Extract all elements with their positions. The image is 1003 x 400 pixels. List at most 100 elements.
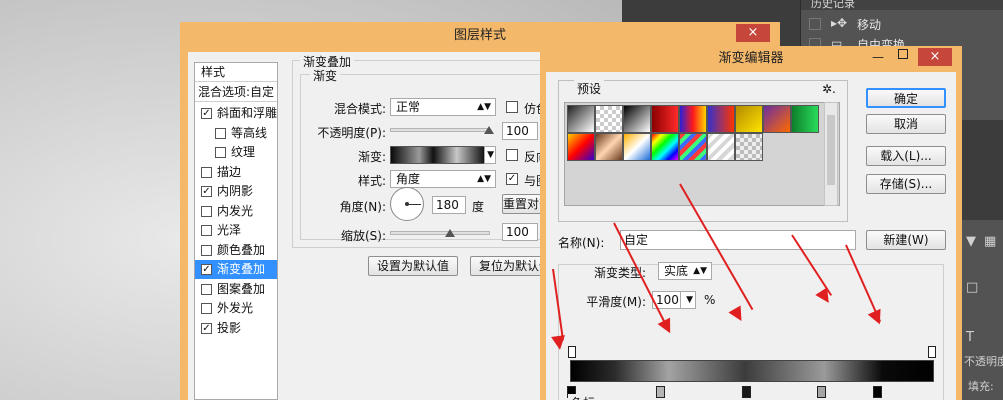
opacity-label: 不透明度(P): (317, 126, 386, 140)
gradient-ramp[interactable] (570, 360, 934, 382)
load-button[interactable]: 载入(L)... (866, 146, 946, 166)
style-item-pattern-overlay[interactable]: 图案叠加 (195, 280, 277, 299)
style-item-drop-shadow[interactable]: ✓ 投影 (195, 319, 277, 338)
text-icon[interactable]: T (966, 330, 974, 345)
style-list: 样式 混合选项:自定 ✓ 斜面和浮雕 等高线 纹理 描边 ✓ 内阴影 内发光 光… (194, 62, 278, 400)
style-item-texture[interactable]: 纹理 (195, 143, 277, 162)
style-item-satin[interactable]: 光泽 (195, 221, 277, 240)
preset-swatch[interactable] (763, 105, 791, 133)
color-stop[interactable] (873, 386, 882, 398)
close-icon[interactable]: × (918, 48, 952, 66)
style-checkbox[interactable] (201, 206, 212, 217)
color-stop[interactable] (656, 386, 665, 398)
move-icon: ▸✥ (831, 16, 848, 30)
style-checkbox[interactable] (201, 225, 212, 236)
preset-swatch[interactable] (735, 133, 763, 161)
arrow-head-icon (551, 335, 567, 351)
maximize-icon[interactable] (898, 49, 908, 59)
history-checkbox[interactable] (809, 18, 821, 30)
preset-swatch[interactable] (651, 133, 679, 161)
gradient-dropdown[interactable]: ▼ (484, 146, 496, 164)
history-item[interactable]: ▸✥ 移动 (801, 14, 1003, 34)
blend-options-item[interactable]: 混合选项:自定 (195, 83, 277, 102)
gradient-label: 渐变: (357, 150, 386, 164)
preset-swatch[interactable] (679, 105, 707, 133)
style-item-outer-glow[interactable]: 外发光 (195, 299, 277, 318)
preset-swatch[interactable] (623, 133, 651, 161)
opacity-slider-handle[interactable] (484, 126, 494, 134)
scale-input[interactable]: 100 (502, 223, 538, 241)
name-input[interactable]: 自定 (620, 230, 856, 250)
style-item-bevel[interactable]: ✓ 斜面和浮雕 (195, 104, 277, 123)
style-item-inner-shadow[interactable]: ✓ 内阴影 (195, 182, 277, 201)
scale-slider[interactable] (390, 231, 490, 235)
gradient-type-select[interactable]: 实底 ▲▼ (658, 262, 712, 280)
color-stops-label: 色标 (568, 394, 599, 400)
opacity-input[interactable]: 100 (502, 122, 538, 140)
style-item-color-overlay[interactable]: 颜色叠加 (195, 241, 277, 260)
style-item-stroke[interactable]: 描边 (195, 163, 277, 182)
style-checkbox[interactable] (201, 303, 212, 314)
scale-slider-handle[interactable] (445, 229, 455, 237)
cancel-button[interactable]: 取消 (866, 114, 946, 134)
presets-label: 预设 (574, 80, 605, 97)
preset-swatch[interactable] (679, 133, 707, 161)
layers-panel-strip: ▼ ▦ □ T 不透明度: 填充: (962, 220, 1003, 400)
style-item-inner-glow[interactable]: 内发光 (195, 202, 277, 221)
gradient-group-title: 渐变 (310, 67, 341, 84)
opacity-slider[interactable] (390, 128, 490, 132)
preset-swatch[interactable] (595, 105, 623, 133)
close-icon[interactable]: × (736, 24, 770, 42)
style-checkbox[interactable]: ✓ (201, 264, 212, 275)
opacity-stop-left[interactable] (568, 346, 576, 358)
style-checkbox[interactable] (215, 128, 226, 139)
preset-swatch[interactable] (567, 133, 595, 161)
grid-icon[interactable]: ▦ (984, 234, 996, 249)
style-checkbox[interactable] (215, 147, 226, 158)
preset-swatch[interactable] (651, 105, 679, 133)
reverse-checkbox[interactable] (506, 149, 518, 161)
smoothness-dropdown[interactable]: ▼ (680, 291, 696, 309)
style-item-contour[interactable]: 等高线 (195, 124, 277, 143)
preset-swatch[interactable] (707, 105, 735, 133)
preset-swatch[interactable] (791, 105, 819, 133)
angle-input[interactable]: 180 (432, 196, 466, 214)
minimize-icon[interactable]: — (872, 50, 884, 64)
set-default-button[interactable]: 设置为默认值 (368, 256, 458, 276)
preset-swatch[interactable] (595, 133, 623, 161)
gradient-picker[interactable] (390, 146, 486, 164)
history-tab[interactable]: 历史记录 (801, 0, 1003, 10)
smoothness-label: 平滑度(M): (586, 295, 646, 309)
opacity-stop-right[interactable] (928, 346, 936, 358)
updown-icon: ▲▼ (693, 266, 707, 276)
square-icon[interactable]: □ (966, 280, 978, 295)
preset-swatch[interactable] (735, 105, 763, 133)
style-checkbox[interactable]: ✓ (201, 323, 212, 334)
scroll-thumb[interactable] (827, 115, 835, 185)
fill-label: 填充: (968, 380, 994, 393)
align-checkbox[interactable]: ✓ (506, 173, 518, 185)
style-checkbox[interactable]: ✓ (201, 108, 212, 119)
styles-header[interactable]: 样式 (195, 63, 277, 82)
style-checkbox[interactable] (201, 245, 212, 256)
preset-swatch[interactable] (707, 133, 735, 161)
save-button[interactable]: 存储(S)... (866, 174, 946, 194)
triangle-down-icon[interactable]: ▼ (966, 234, 976, 249)
presets-scrollbar[interactable] (824, 102, 838, 206)
style-item-gradient-overlay[interactable]: ✓ 渐变叠加 (195, 260, 277, 279)
ok-button[interactable]: 确定 (866, 88, 946, 108)
gear-icon[interactable]: ✲. (822, 82, 836, 96)
preset-grid (564, 102, 840, 206)
new-button[interactable]: 新建(W) (866, 230, 946, 250)
color-stop[interactable] (817, 386, 826, 398)
color-stop[interactable] (742, 386, 751, 398)
style-select[interactable]: 角度 ▲▼ (390, 170, 496, 188)
style-checkbox[interactable] (201, 284, 212, 295)
style-checkbox[interactable]: ✓ (201, 186, 212, 197)
blend-mode-select[interactable]: 正常 ▲▼ (390, 98, 496, 116)
preset-swatch[interactable] (623, 105, 651, 133)
angle-dial[interactable] (390, 187, 424, 221)
dither-checkbox[interactable] (506, 101, 518, 113)
style-checkbox[interactable] (201, 167, 212, 178)
preset-swatch[interactable] (567, 105, 595, 133)
